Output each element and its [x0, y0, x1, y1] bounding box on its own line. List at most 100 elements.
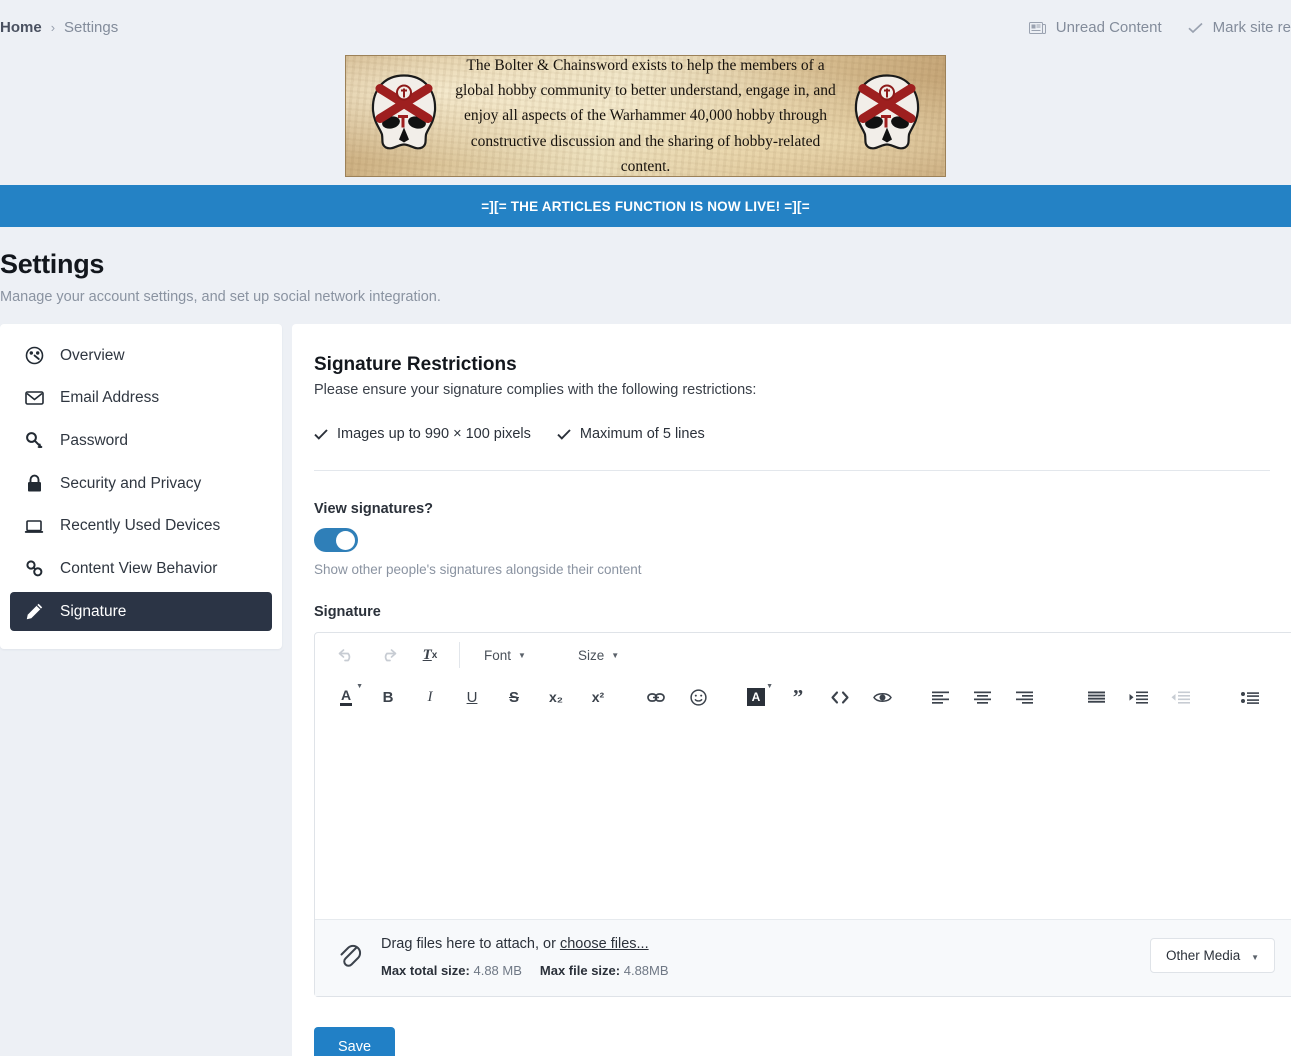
page-header: Settings Manage your account settings, a… — [0, 227, 1291, 305]
banner-line-1: The Bolter & Chainsword exists to help t… — [446, 55, 846, 78]
unread-content-link[interactable]: Unread Content — [1029, 19, 1162, 36]
settings-main-panel: Signature Restrictions Please ensure you… — [292, 324, 1291, 1056]
attachment-prompt-line: Drag files here to attach, or choose fil… — [381, 936, 1150, 952]
sidebar-item-content-view-behavior[interactable]: Content View Behavior — [10, 549, 272, 588]
signature-text-area[interactable] — [315, 719, 1291, 919]
sidebar-item-signature[interactable]: Signature — [10, 592, 272, 631]
pencil-icon — [24, 602, 44, 621]
other-media-label: Other Media — [1166, 948, 1240, 963]
attachment-dropzone[interactable]: Drag files here to attach, or choose fil… — [315, 919, 1291, 996]
align-center-icon[interactable] — [967, 682, 997, 712]
sidebar-item-recently-used-devices[interactable]: Recently Used Devices — [10, 507, 272, 545]
check-icon — [1188, 22, 1203, 34]
check-icon — [557, 429, 571, 440]
lock-icon — [24, 474, 44, 493]
choose-files-link[interactable]: choose files... — [560, 936, 649, 952]
skull-icon-left — [368, 73, 440, 160]
sidebar-item-password[interactable]: Password — [10, 421, 272, 460]
announcement-bar[interactable]: =][= THE ARTICLES FUNCTION IS NOW LIVE! … — [0, 185, 1291, 227]
indent-icon[interactable] — [1123, 682, 1153, 712]
italic-label: I — [428, 689, 433, 706]
emoji-icon[interactable] — [683, 682, 713, 712]
superscript-button[interactable]: x² — [583, 682, 613, 712]
section-title: Signature Restrictions — [314, 354, 1291, 376]
code-icon[interactable] — [825, 682, 855, 712]
sidebar-item-email-address[interactable]: Email Address — [10, 379, 272, 417]
breadcrumb-separator-icon: › — [51, 20, 55, 35]
sidebar-item-security-and-privacy[interactable]: Security and Privacy — [10, 464, 272, 503]
bold-button[interactable]: B — [373, 682, 403, 712]
signature-field-label: Signature — [314, 604, 1291, 620]
unread-content-label: Unread Content — [1056, 19, 1162, 36]
outdent-icon[interactable] — [1165, 682, 1195, 712]
font-family-dropdown[interactable]: Font ▼ — [474, 640, 536, 670]
newspaper-icon — [1029, 21, 1046, 35]
toggle-knob — [336, 531, 355, 550]
other-media-dropdown[interactable]: Other Media ▼ — [1150, 938, 1275, 973]
breadcrumb-home-link[interactable]: Home — [0, 19, 42, 36]
chevron-down-icon: ▼ — [1251, 953, 1259, 962]
chevron-down-icon: ▼ — [356, 683, 363, 690]
size-dropdown-label: Size — [578, 648, 604, 663]
justify-icon[interactable] — [1081, 682, 1111, 712]
link-chain-icon — [24, 559, 44, 578]
restriction-item: Images up to 990 × 100 pixels — [314, 426, 531, 442]
sidebar-item-label: Signature — [60, 603, 126, 621]
chevron-down-icon: ▼ — [611, 651, 619, 660]
highlight-color-button[interactable]: A ▼ — [741, 682, 771, 712]
section-divider — [314, 470, 1270, 471]
key-icon — [24, 431, 44, 450]
mark-site-read-link[interactable]: Mark site re — [1188, 19, 1291, 36]
view-signatures-label: View signatures? — [314, 501, 1291, 517]
top-navigation-bar: Home › Settings Unread Content Mark site… — [0, 0, 1291, 55]
paperclip-icon — [337, 939, 363, 972]
sidebar-item-label: Content View Behavior — [60, 560, 217, 578]
section-subtitle: Please ensure your signature complies wi… — [314, 382, 1291, 398]
page-subtitle: Manage your account settings, and set up… — [0, 289, 1291, 305]
site-banner: The Bolter & Chainsword exists to help t… — [345, 55, 946, 177]
redo-icon[interactable] — [373, 640, 403, 670]
link-icon[interactable] — [641, 682, 671, 712]
view-signatures-toggle[interactable] — [314, 528, 358, 552]
dashboard-icon — [24, 346, 44, 365]
save-button[interactable]: Save — [314, 1027, 395, 1056]
spoiler-eye-icon[interactable] — [867, 682, 897, 712]
sidebar-item-label: Overview — [60, 347, 125, 365]
restriction-item: Maximum of 5 lines — [557, 426, 705, 442]
chevron-down-icon: ▼ — [518, 651, 526, 660]
top-bar-actions: Unread Content Mark site re — [1029, 19, 1291, 36]
attachment-text: Drag files here to attach, or choose fil… — [381, 936, 1150, 978]
toolbar-separator — [459, 642, 460, 668]
attachment-prompt: Drag files here to attach, or — [381, 936, 556, 952]
settings-sidebar: Overview Email Address Password Security… — [0, 324, 282, 649]
sidebar-item-label: Email Address — [60, 389, 159, 407]
align-right-icon[interactable] — [1009, 682, 1039, 712]
blockquote-icon[interactable]: ” — [783, 682, 813, 712]
max-file-size: Max file size: 4.88MB — [540, 963, 669, 978]
bullet-list-icon[interactable] — [1235, 682, 1265, 712]
text-color-button[interactable]: A ▼ — [331, 682, 361, 712]
undo-icon[interactable] — [331, 640, 361, 670]
superscript-label: x² — [592, 689, 604, 705]
subscript-button[interactable]: x₂ — [541, 682, 571, 712]
banner-line-2: global hobby community to better underst… — [446, 78, 846, 103]
max-total-size-value: 4.88 MB — [473, 963, 521, 978]
font-size-dropdown[interactable]: Size ▼ — [568, 640, 629, 670]
sidebar-item-overview[interactable]: Overview — [10, 336, 272, 375]
strike-label: S — [509, 689, 519, 706]
restriction-label: Maximum of 5 lines — [580, 426, 705, 442]
skull-icon-right — [851, 73, 923, 160]
remove-format-icon[interactable]: Tx — [415, 640, 445, 670]
breadcrumb-current: Settings — [64, 19, 118, 36]
underline-button[interactable]: U — [457, 682, 487, 712]
strikethrough-button[interactable]: S — [499, 682, 529, 712]
align-left-icon[interactable] — [925, 682, 955, 712]
restriction-label: Images up to 990 × 100 pixels — [337, 426, 531, 442]
check-icon — [314, 429, 328, 440]
mark-site-read-label: Mark site re — [1213, 19, 1291, 36]
italic-button[interactable]: I — [415, 682, 445, 712]
sidebar-item-label: Password — [60, 432, 128, 450]
bold-label: B — [383, 689, 394, 706]
highlight-label: A — [747, 688, 765, 706]
announcement-text: =][= THE ARTICLES FUNCTION IS NOW LIVE! … — [481, 199, 810, 214]
